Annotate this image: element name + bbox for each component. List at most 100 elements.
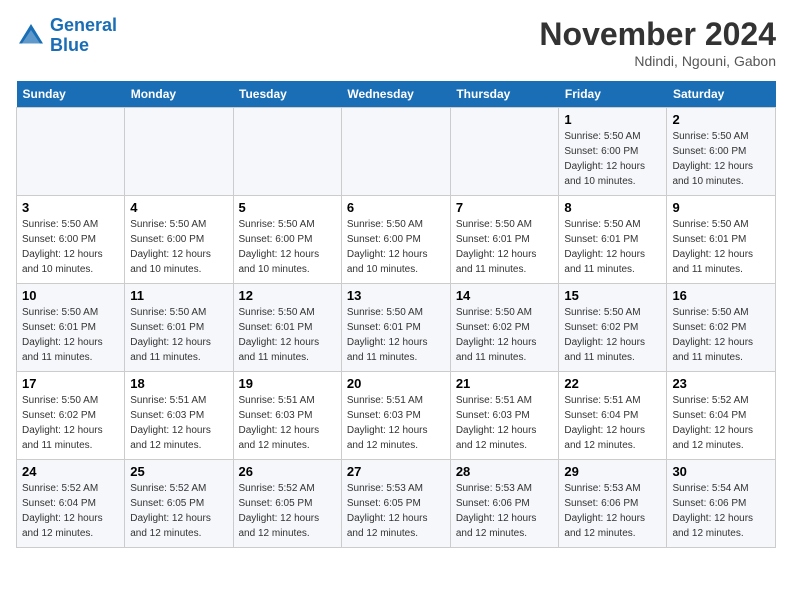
day-info: Sunrise: 5:52 AM Sunset: 6:05 PM Dayligh… bbox=[130, 481, 227, 541]
calendar-day-cell: 9Sunrise: 5:50 AM Sunset: 6:01 PM Daylig… bbox=[667, 196, 776, 284]
calendar-day-cell: 29 Sunrise: 5:53 AM Sunset: 6:06 PM Dayli… bbox=[559, 460, 667, 548]
day-number: 13 bbox=[347, 288, 445, 303]
title-block: November 2024 Ndindi, Ngouni, Gabon bbox=[539, 16, 776, 69]
day-header-tuesday: Tuesday bbox=[233, 81, 341, 108]
day-number: 25 bbox=[130, 464, 227, 479]
day-info: Sunrise: 5:50 AM Sunset: 6:01 PM Dayligh… bbox=[239, 305, 336, 365]
day-header-saturday: Saturday bbox=[667, 81, 776, 108]
month-title: November 2024 bbox=[539, 16, 776, 53]
day-number: 24 bbox=[22, 464, 119, 479]
day-number: 9 bbox=[672, 200, 770, 215]
day-info: Sunrise: 5:50 AM Sunset: 6:01 PM Dayligh… bbox=[564, 217, 661, 277]
logo-line2: Blue bbox=[50, 35, 89, 55]
day-info: Sunrise: 5:52 AM Sunset: 6:04 PM Dayligh… bbox=[22, 481, 119, 541]
day-info: Sunrise: 5:50 AM Sunset: 6:01 PM Dayligh… bbox=[347, 305, 445, 365]
day-info: Sunrise: 5:50 AM Sunset: 6:01 PM Dayligh… bbox=[456, 217, 554, 277]
calendar-day-cell: 4 Sunrise: 5:50 AM Sunset: 6:00 PM Daylig… bbox=[125, 196, 233, 284]
day-info: Sunrise: 5:50 AM Sunset: 6:01 PM Dayligh… bbox=[22, 305, 119, 365]
calendar-day-cell: 8 Sunrise: 5:50 AM Sunset: 6:01 PM Daylig… bbox=[559, 196, 667, 284]
day-header-monday: Monday bbox=[125, 81, 233, 108]
day-header-thursday: Thursday bbox=[450, 81, 559, 108]
calendar-day-cell: 15Sunrise: 5:50 AM Sunset: 6:02 PM Dayli… bbox=[559, 284, 667, 372]
calendar-day-cell: 21 Sunrise: 5:51 AM Sunset: 6:03 PM Dayli… bbox=[450, 372, 559, 460]
day-number: 3 bbox=[22, 200, 119, 215]
day-number: 20 bbox=[347, 376, 445, 391]
day-number: 7 bbox=[456, 200, 554, 215]
day-number: 21 bbox=[456, 376, 554, 391]
day-info: Sunrise: 5:50 AM Sunset: 6:00 PM Dayligh… bbox=[239, 217, 336, 277]
calendar-day-cell bbox=[341, 108, 450, 196]
day-info: Sunrise: 5:53 AM Sunset: 6:06 PM Dayligh… bbox=[456, 481, 554, 541]
calendar-week-row: 10 Sunrise: 5:50 AM Sunset: 6:01 PM Dayli… bbox=[17, 284, 776, 372]
day-info: Sunrise: 5:50 AM Sunset: 6:01 PM Dayligh… bbox=[130, 305, 227, 365]
day-number: 8 bbox=[564, 200, 661, 215]
day-info: Sunrise: 5:50 AM Sunset: 6:00 PM Dayligh… bbox=[564, 129, 661, 189]
day-number: 1 bbox=[564, 112, 661, 127]
day-number: 10 bbox=[22, 288, 119, 303]
calendar-day-cell: 14 Sunrise: 5:50 AM Sunset: 6:02 PM Dayli… bbox=[450, 284, 559, 372]
day-header-friday: Friday bbox=[559, 81, 667, 108]
calendar-week-row: 17 Sunrise: 5:50 AM Sunset: 6:02 PM Dayli… bbox=[17, 372, 776, 460]
day-number: 26 bbox=[239, 464, 336, 479]
calendar-day-cell: 18 Sunrise: 5:51 AM Sunset: 6:03 PM Dayli… bbox=[125, 372, 233, 460]
logo-line1: General bbox=[50, 15, 117, 35]
location-subtitle: Ndindi, Ngouni, Gabon bbox=[539, 53, 776, 69]
calendar-table: SundayMondayTuesdayWednesdayThursdayFrid… bbox=[16, 81, 776, 548]
calendar-day-cell: 13 Sunrise: 5:50 AM Sunset: 6:01 PM Dayli… bbox=[341, 284, 450, 372]
calendar-day-cell: 2Sunrise: 5:50 AM Sunset: 6:00 PM Daylig… bbox=[667, 108, 776, 196]
day-number: 23 bbox=[672, 376, 770, 391]
calendar-day-cell: 5 Sunrise: 5:50 AM Sunset: 6:00 PM Daylig… bbox=[233, 196, 341, 284]
day-number: 2 bbox=[672, 112, 770, 127]
day-info: Sunrise: 5:50 AM Sunset: 6:02 PM Dayligh… bbox=[456, 305, 554, 365]
day-number: 16 bbox=[672, 288, 770, 303]
calendar-week-row: 24 Sunrise: 5:52 AM Sunset: 6:04 PM Dayli… bbox=[17, 460, 776, 548]
day-info: Sunrise: 5:54 AM Sunset: 6:06 PM Dayligh… bbox=[672, 481, 770, 541]
calendar-day-cell: 11 Sunrise: 5:50 AM Sunset: 6:01 PM Dayli… bbox=[125, 284, 233, 372]
day-header-sunday: Sunday bbox=[17, 81, 125, 108]
logo: General Blue bbox=[16, 16, 117, 56]
day-number: 11 bbox=[130, 288, 227, 303]
calendar-day-cell: 28Sunrise: 5:53 AM Sunset: 6:06 PM Dayli… bbox=[450, 460, 559, 548]
day-number: 18 bbox=[130, 376, 227, 391]
calendar-day-cell: 10 Sunrise: 5:50 AM Sunset: 6:01 PM Dayli… bbox=[17, 284, 125, 372]
day-number: 12 bbox=[239, 288, 336, 303]
calendar-day-cell: 30Sunrise: 5:54 AM Sunset: 6:06 PM Dayli… bbox=[667, 460, 776, 548]
day-info: Sunrise: 5:51 AM Sunset: 6:04 PM Dayligh… bbox=[564, 393, 661, 453]
calendar-day-cell: 1 Sunrise: 5:50 AM Sunset: 6:00 PM Daylig… bbox=[559, 108, 667, 196]
calendar-day-cell: 6Sunrise: 5:50 AM Sunset: 6:00 PM Daylig… bbox=[341, 196, 450, 284]
day-info: Sunrise: 5:53 AM Sunset: 6:05 PM Dayligh… bbox=[347, 481, 445, 541]
day-number: 27 bbox=[347, 464, 445, 479]
day-number: 17 bbox=[22, 376, 119, 391]
calendar-week-row: 3 Sunrise: 5:50 AM Sunset: 6:00 PM Daylig… bbox=[17, 196, 776, 284]
day-number: 14 bbox=[456, 288, 554, 303]
calendar-day-cell: 23 Sunrise: 5:52 AM Sunset: 6:04 PM Dayli… bbox=[667, 372, 776, 460]
calendar-day-cell bbox=[17, 108, 125, 196]
page-header: General Blue November 2024 Ndindi, Ngoun… bbox=[16, 16, 776, 69]
day-info: Sunrise: 5:52 AM Sunset: 6:04 PM Dayligh… bbox=[672, 393, 770, 453]
day-info: Sunrise: 5:50 AM Sunset: 6:00 PM Dayligh… bbox=[130, 217, 227, 277]
calendar-day-cell: 25 Sunrise: 5:52 AM Sunset: 6:05 PM Dayli… bbox=[125, 460, 233, 548]
calendar-day-cell: 22Sunrise: 5:51 AM Sunset: 6:04 PM Dayli… bbox=[559, 372, 667, 460]
day-info: Sunrise: 5:50 AM Sunset: 6:02 PM Dayligh… bbox=[672, 305, 770, 365]
calendar-day-cell: 12 Sunrise: 5:50 AM Sunset: 6:01 PM Dayli… bbox=[233, 284, 341, 372]
logo-text: General Blue bbox=[50, 16, 117, 56]
calendar-day-cell: 20 Sunrise: 5:51 AM Sunset: 6:03 PM Dayli… bbox=[341, 372, 450, 460]
day-number: 5 bbox=[239, 200, 336, 215]
day-info: Sunrise: 5:53 AM Sunset: 6:06 PM Dayligh… bbox=[564, 481, 661, 541]
calendar-day-cell bbox=[450, 108, 559, 196]
day-number: 19 bbox=[239, 376, 336, 391]
calendar-day-cell: 16 Sunrise: 5:50 AM Sunset: 6:02 PM Dayli… bbox=[667, 284, 776, 372]
day-info: Sunrise: 5:51 AM Sunset: 6:03 PM Dayligh… bbox=[456, 393, 554, 453]
calendar-header-row: SundayMondayTuesdayWednesdayThursdayFrid… bbox=[17, 81, 776, 108]
day-info: Sunrise: 5:51 AM Sunset: 6:03 PM Dayligh… bbox=[239, 393, 336, 453]
day-number: 4 bbox=[130, 200, 227, 215]
day-number: 29 bbox=[564, 464, 661, 479]
day-info: Sunrise: 5:51 AM Sunset: 6:03 PM Dayligh… bbox=[347, 393, 445, 453]
calendar-day-cell bbox=[233, 108, 341, 196]
day-info: Sunrise: 5:50 AM Sunset: 6:02 PM Dayligh… bbox=[22, 393, 119, 453]
calendar-day-cell: 7 Sunrise: 5:50 AM Sunset: 6:01 PM Daylig… bbox=[450, 196, 559, 284]
day-info: Sunrise: 5:51 AM Sunset: 6:03 PM Dayligh… bbox=[130, 393, 227, 453]
day-number: 6 bbox=[347, 200, 445, 215]
calendar-day-cell: 26Sunrise: 5:52 AM Sunset: 6:05 PM Dayli… bbox=[233, 460, 341, 548]
day-info: Sunrise: 5:50 AM Sunset: 6:00 PM Dayligh… bbox=[22, 217, 119, 277]
